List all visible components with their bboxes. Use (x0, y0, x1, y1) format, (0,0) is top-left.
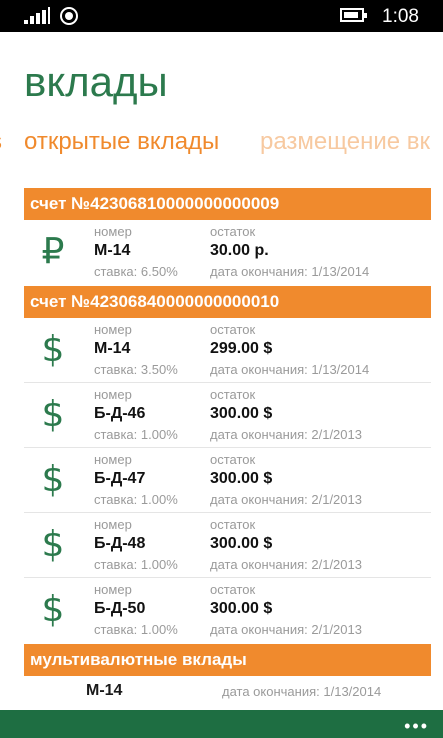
deposit-rate: ставка: 1.00% (94, 492, 178, 507)
dollar-icon: $ (41, 329, 65, 370)
deposits-list: счет №42306810000000000009 ₽ номер остат… (24, 188, 431, 716)
deposit-number: Б-Д-47 (94, 470, 146, 487)
deposit-number: Б-Д-50 (94, 600, 146, 617)
app-bar: ••• (0, 710, 443, 738)
account-header[interactable]: счет №42306840000000000010 (24, 286, 431, 318)
deposit-end-date: дата окончания: 2/1/2013 (210, 492, 362, 507)
battery-icon (340, 8, 367, 22)
pivot-tab-placement[interactable]: размещение вк (260, 128, 430, 156)
deposit-number: М-14 (94, 242, 131, 259)
balance-label: остаток (210, 517, 256, 532)
number-label: номер (94, 322, 132, 337)
number-label: номер (94, 517, 132, 532)
number-label: номер (94, 452, 132, 467)
balance-label: остаток (210, 452, 256, 467)
deposit-number: М-14 (94, 340, 131, 357)
deposit-row[interactable]: $ номер остаток Б-Д-47 300.00 $ ставка: … (24, 448, 431, 513)
deposit-end-date: дата окончания: 1/13/2014 (210, 362, 370, 377)
deposit-row[interactable]: $ номер остаток Б-Д-46 300.00 $ ставка: … (24, 383, 431, 448)
more-options-icon[interactable]: ••• (404, 716, 429, 737)
deposit-number: Б-Д-48 (94, 535, 146, 552)
number-label: номер (94, 582, 132, 597)
status-bar: 1:08 (0, 0, 443, 32)
deposit-balance: 300.00 $ (210, 600, 273, 617)
deposit-end-date: дата окончания: 1/13/2014 (222, 684, 382, 699)
deposit-row[interactable]: $ номер остаток М-14 299.00 $ ставка: 3.… (24, 318, 431, 383)
deposit-balance: 299.00 $ (210, 340, 273, 357)
deposit-rate: ставка: 1.00% (94, 427, 178, 442)
deposit-end-date: дата окончания: 2/1/2013 (210, 427, 362, 442)
deposit-rate: ставка: 1.00% (94, 557, 178, 572)
number-label: номер (94, 387, 132, 402)
deposit-balance: 30.00 р. (210, 242, 269, 259)
pivot-tab-open-deposits[interactable]: открытые вклады (24, 128, 219, 156)
deposit-rate: ставка: 1.00% (94, 622, 178, 637)
dollar-icon: $ (41, 459, 65, 500)
account-header[interactable]: счет №42306810000000000009 (24, 188, 431, 220)
dollar-icon: $ (41, 394, 65, 435)
deposit-row[interactable]: $ номер остаток Б-Д-48 300.00 $ ставка: … (24, 513, 431, 578)
balance-label: остаток (210, 387, 256, 402)
deposit-rate: ставка: 3.50% (94, 362, 178, 377)
deposit-balance: 300.00 $ (210, 405, 273, 422)
signal-strength-icon (24, 7, 50, 24)
deposit-balance: 300.00 $ (210, 535, 273, 552)
deposit-number: Б-Д-46 (94, 405, 146, 422)
pivot-prev-tab[interactable]: s (0, 128, 2, 156)
deposit-end-date: дата окончания: 1/13/2014 (210, 264, 370, 279)
deposit-end-date: дата окончания: 2/1/2013 (210, 557, 362, 572)
deposit-end-date: дата окончания: 2/1/2013 (210, 622, 362, 637)
dollar-icon: $ (41, 524, 65, 565)
balance-label: остаток (210, 582, 256, 597)
number-label: номер (94, 224, 132, 239)
dollar-icon: $ (41, 589, 65, 630)
sync-icon (60, 7, 78, 25)
balance-label: остаток (210, 224, 256, 239)
balance-label: остаток (210, 322, 256, 337)
deposit-rate: ставка: 6.50% (94, 264, 178, 279)
deposit-row[interactable]: ₽ номер остаток М-14 30.00 р. ставка: 6.… (24, 220, 431, 286)
multicurrency-header[interactable]: мультивалютные вклады (24, 644, 431, 676)
clock: 1:08 (382, 6, 419, 27)
pivot-headers: s открытые вклады размещение вк (0, 128, 443, 164)
page-title: вклады (24, 58, 168, 105)
deposit-row[interactable]: $ номер остаток Б-Д-50 300.00 $ ставка: … (24, 578, 431, 644)
deposit-balance: 300.00 $ (210, 470, 273, 487)
ruble-icon: ₽ (41, 231, 65, 272)
deposit-number: М-14 (86, 682, 123, 699)
